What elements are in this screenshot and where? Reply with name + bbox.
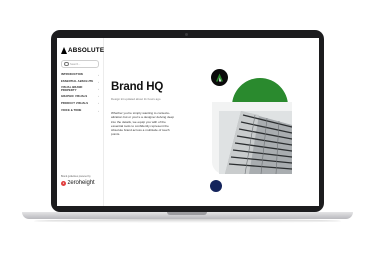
sidebar-footer: Brand guidelines powered by z zeroheight	[61, 176, 99, 186]
sidebar-item-introduction[interactable]: INTRODUCTION ›	[61, 71, 99, 78]
page-title: Brand HQ	[111, 81, 164, 93]
sidebar-item-label: VOICE & TONE	[61, 109, 82, 113]
sidebar-nav: INTRODUCTION › ESSENTIAL ABSOLUTE › VISU…	[61, 71, 99, 114]
navy-circle-shape	[210, 180, 222, 192]
search-input[interactable]: Search...	[61, 60, 99, 68]
logo-mark-icon	[61, 47, 67, 54]
building-illustration	[219, 111, 292, 174]
chevron-right-icon: ›	[98, 94, 99, 99]
last-updated-text: Design kit updated about 11 hours ago	[111, 97, 161, 101]
laptop-notch	[167, 212, 207, 215]
chevron-right-icon: ›	[98, 79, 99, 84]
laptop-shadow	[34, 219, 341, 223]
screen: ABSOLUTE Search... INTRODUCTION › ESSENT…	[57, 38, 319, 206]
sidebar-item-label: ESSENTIAL ABSOLUTE	[61, 80, 94, 84]
chevron-right-icon: ›	[98, 72, 99, 77]
search-icon	[64, 61, 69, 67]
sidebar: ABSOLUTE Search... INTRODUCTION › ESSENT…	[57, 38, 104, 206]
chevron-right-icon: ›	[98, 108, 99, 113]
sidebar-item-product-visuals[interactable]: PRODUCT VISUALS ›	[61, 100, 99, 107]
main-content: Brand HQ Design kit updated about 11 hou…	[103, 38, 319, 206]
hero-visual	[194, 68, 298, 192]
brand-logo[interactable]: ABSOLUTE	[61, 47, 104, 54]
sidebar-item-label: GRAPHIC VISUALS	[61, 94, 88, 98]
zeroheight-logo-icon: z	[61, 180, 66, 186]
sidebar-item-graphic-visuals[interactable]: GRAPHIC VISUALS ›	[61, 93, 99, 100]
sidebar-item-voice-and-tone[interactable]: VOICE & TONE ›	[61, 107, 99, 114]
chevron-right-icon: ›	[98, 101, 99, 106]
sidebar-item-visual-brand-property[interactable]: VISUAL BRAND PROPERTY ›	[61, 85, 99, 92]
sidebar-item-label: INTRODUCTION	[61, 73, 83, 77]
sidebar-item-label: VISUAL BRAND PROPERTY	[61, 85, 83, 92]
absolute-badge-icon	[211, 69, 228, 86]
search-placeholder: Search...	[70, 62, 81, 66]
sidebar-item-essential-absolute[interactable]: ESSENTIAL ABSOLUTE ›	[61, 78, 99, 85]
camera-icon	[185, 33, 188, 36]
zeroheight-wordmark: zeroheight	[67, 180, 95, 186]
logo-text: ABSOLUTE	[68, 47, 105, 54]
powered-by-caption: Brand guidelines powered by	[61, 176, 91, 178]
sidebar-item-label: PRODUCT VISUALS	[61, 101, 89, 105]
intro-paragraph: Whether you're simply wanting to context…	[111, 111, 175, 137]
chevron-right-icon: ›	[98, 86, 99, 91]
zeroheight-link[interactable]: z zeroheight	[61, 180, 99, 186]
building-photo	[219, 111, 292, 174]
